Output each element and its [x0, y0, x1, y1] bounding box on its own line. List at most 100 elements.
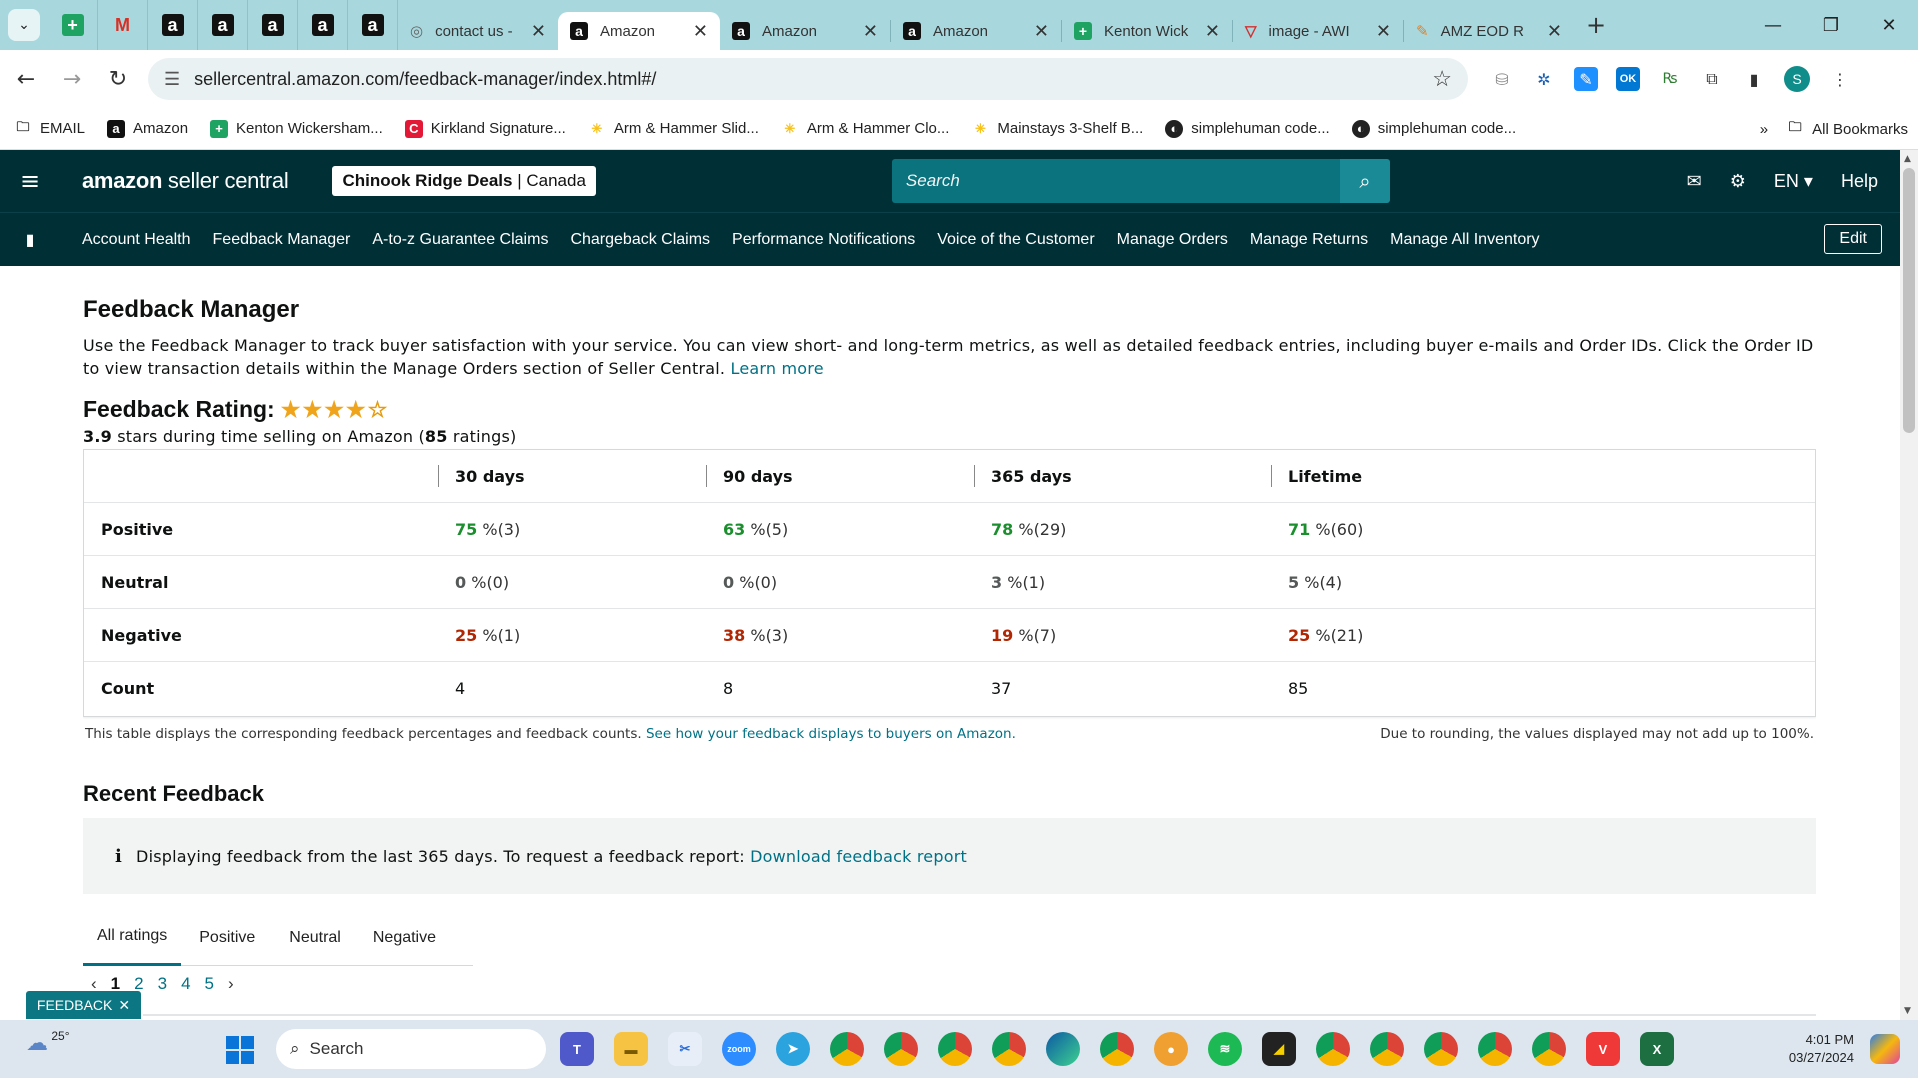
chrome-icon[interactable] [1370, 1032, 1404, 1066]
help-link[interactable]: Help [1841, 171, 1878, 192]
close-window-icon[interactable]: ✕ [1860, 0, 1918, 50]
start-button[interactable] [226, 1036, 254, 1064]
close-tab-icon[interactable]: ✕ [531, 21, 546, 42]
spotify-icon[interactable]: ≋ [1208, 1032, 1242, 1066]
scroll-up-icon[interactable]: ▲ [1904, 154, 1911, 164]
hamster-icon[interactable]: ● [1154, 1032, 1188, 1066]
excel-icon[interactable]: X [1640, 1032, 1674, 1066]
chrome-icon[interactable] [1316, 1032, 1350, 1066]
bookmark-amazon[interactable]: a Amazon [107, 119, 188, 138]
chrome-icon[interactable] [1100, 1032, 1134, 1066]
site-info-icon[interactable]: ☰ [164, 69, 180, 90]
bookmark-simplehuman-2[interactable]: ◐ simplehuman code... [1351, 119, 1516, 138]
close-tab-icon[interactable]: ✕ [1376, 21, 1391, 42]
account-switcher[interactable]: Chinook Ridge Deals | Canada [332, 166, 596, 196]
chrome-icon[interactable] [992, 1032, 1026, 1066]
language-selector[interactable]: EN ▾ [1774, 171, 1813, 192]
tab-kenton[interactable]: + Kenton Wick ✕ [1062, 12, 1232, 50]
minimize-icon[interactable]: — [1744, 0, 1802, 50]
edge-icon[interactable] [1046, 1032, 1080, 1066]
pinned-tab-amazon-2[interactable]: a [198, 0, 248, 50]
pinned-tab-gmail[interactable]: M [98, 0, 148, 50]
close-tab-icon[interactable]: ✕ [1205, 21, 1220, 42]
extension-db-icon[interactable]: ⛁ [1490, 67, 1514, 91]
chrome-icon[interactable] [1478, 1032, 1512, 1066]
close-tab-icon[interactable]: ✕ [1034, 21, 1049, 42]
edit-nav-button[interactable]: Edit [1824, 224, 1882, 254]
sticky-notes-icon[interactable]: ◢ [1262, 1032, 1296, 1066]
chrome-icon[interactable] [884, 1032, 918, 1066]
seller-central-logo[interactable]: amazon seller central [82, 168, 289, 194]
chrome-icon[interactable] [1532, 1032, 1566, 1066]
tab-negative[interactable]: Negative [359, 910, 450, 966]
tab-search-button[interactable]: ⌄ [8, 9, 40, 41]
teams-icon[interactable]: T [560, 1032, 594, 1066]
pinned-tab-sheets[interactable]: + [48, 0, 98, 50]
subnav-chargeback-claims[interactable]: Chargeback Claims [570, 231, 710, 249]
all-bookmarks[interactable]: 🗀 All Bookmarks [1786, 119, 1908, 138]
vivaldi-icon[interactable]: V [1586, 1032, 1620, 1066]
pinned-tab-amazon-5[interactable]: a [348, 0, 398, 50]
bookmark-email[interactable]: 🗀 EMAIL [14, 119, 85, 138]
next-page-icon[interactable]: › [228, 974, 234, 994]
pinned-tab-amazon-3[interactable]: a [248, 0, 298, 50]
page-scrollbar[interactable]: ▲ ▼ [1900, 150, 1918, 1020]
bookmark-mainstays[interactable]: ✳ Mainstays 3-Shelf B... [971, 120, 1143, 138]
subnav-manage-returns[interactable]: Manage Returns [1250, 231, 1368, 249]
close-icon[interactable]: ✕ [118, 997, 130, 1014]
chrome-menu-icon[interactable]: ⋮ [1828, 67, 1852, 91]
subnav-a-to-z-claims[interactable]: A-to-z Guarantee Claims [372, 231, 548, 249]
tab-amazon-active[interactable]: a Amazon ✕ [558, 12, 720, 50]
tab-neutral[interactable]: Neutral [275, 910, 355, 966]
tab-all-ratings[interactable]: All ratings [83, 910, 182, 966]
close-tab-icon[interactable]: ✕ [693, 21, 708, 42]
taskbar-search[interactable]: ⌕ Search [276, 1029, 546, 1069]
settings-gear-icon[interactable]: ⚙ [1730, 171, 1746, 192]
learn-more-link[interactable]: Learn more [731, 359, 824, 378]
side-panel-icon[interactable]: ▮ [1742, 67, 1766, 91]
tab-amazon-3[interactable]: a Amazon ✕ [891, 12, 1061, 50]
url-text[interactable]: sellercentral.amazon.com/feedback-manage… [194, 69, 656, 90]
page-link[interactable]: 3 [158, 974, 167, 994]
tab-contact-us[interactable]: ◎ contact us - ✕ [398, 12, 558, 50]
zoom-icon[interactable]: zoom [722, 1032, 756, 1066]
more-bookmarks-icon[interactable]: » [1760, 121, 1768, 138]
tab-image[interactable]: ▽ image - AWI ✕ [1233, 12, 1403, 50]
buyer-display-link[interactable]: See how your feedback displays to buyers… [646, 726, 1016, 742]
taskbar-clock[interactable]: 4:01 PM 03/27/2024 [1789, 1031, 1854, 1067]
bookmark-kirkland[interactable]: C Kirkland Signature... [404, 119, 566, 138]
scroll-down-icon[interactable]: ▼ [1904, 1006, 1911, 1016]
extension-sticky-icon[interactable]: ✎ [1574, 67, 1598, 91]
tab-amz-eod[interactable]: ✎ AMZ EOD R ✕ [1404, 12, 1574, 50]
subnav-feedback-manager[interactable]: Feedback Manager [213, 231, 351, 249]
subnav-performance-notifications[interactable]: Performance Notifications [732, 231, 915, 249]
pinned-tab-amazon-4[interactable]: a [298, 0, 348, 50]
feedback-button[interactable]: FEEDBACK ✕ [26, 991, 141, 1019]
bookmark-simplehuman-1[interactable]: ◐ simplehuman code... [1165, 119, 1330, 138]
search-icon[interactable]: ⌕ [1339, 159, 1390, 203]
bookmark-arm-hammer-2[interactable]: ✳ Arm & Hammer Clo... [781, 120, 949, 138]
chrome-icon[interactable] [1424, 1032, 1458, 1066]
page-link[interactable]: 4 [181, 974, 190, 994]
bookmark-arm-hammer-1[interactable]: ✳ Arm & Hammer Slid... [588, 120, 758, 138]
telegram-icon[interactable]: ➤ [776, 1032, 810, 1066]
omnibox[interactable]: ☰ sellercentral.amazon.com/feedback-mana… [148, 58, 1468, 100]
page-link[interactable]: 5 [205, 974, 214, 994]
subnav-manage-orders[interactable]: Manage Orders [1117, 231, 1228, 249]
chrome-icon[interactable] [830, 1032, 864, 1066]
pinned-tab-amazon-1[interactable]: a [148, 0, 198, 50]
subnav-account-health[interactable]: Account Health [82, 231, 191, 249]
bookmark-star-icon[interactable]: ☆ [1432, 66, 1452, 92]
hamburger-menu-icon[interactable]: ≡ [0, 167, 60, 195]
close-tab-icon[interactable]: ✕ [863, 21, 878, 42]
back-arrow-icon[interactable]: ← [6, 59, 46, 99]
restore-icon[interactable]: ❐ [1802, 0, 1860, 50]
subnav-voice-of-customer[interactable]: Voice of the Customer [937, 231, 1094, 249]
file-explorer-icon[interactable]: ▬ [614, 1032, 648, 1066]
tab-positive[interactable]: Positive [185, 910, 269, 966]
scrollbar-thumb[interactable] [1903, 168, 1915, 433]
close-tab-icon[interactable]: ✕ [1547, 21, 1562, 42]
bookmark-kenton[interactable]: + Kenton Wickersham... [210, 119, 383, 138]
extension-gear-icon[interactable]: ✲ [1532, 67, 1556, 91]
chrome-icon[interactable] [938, 1032, 972, 1066]
